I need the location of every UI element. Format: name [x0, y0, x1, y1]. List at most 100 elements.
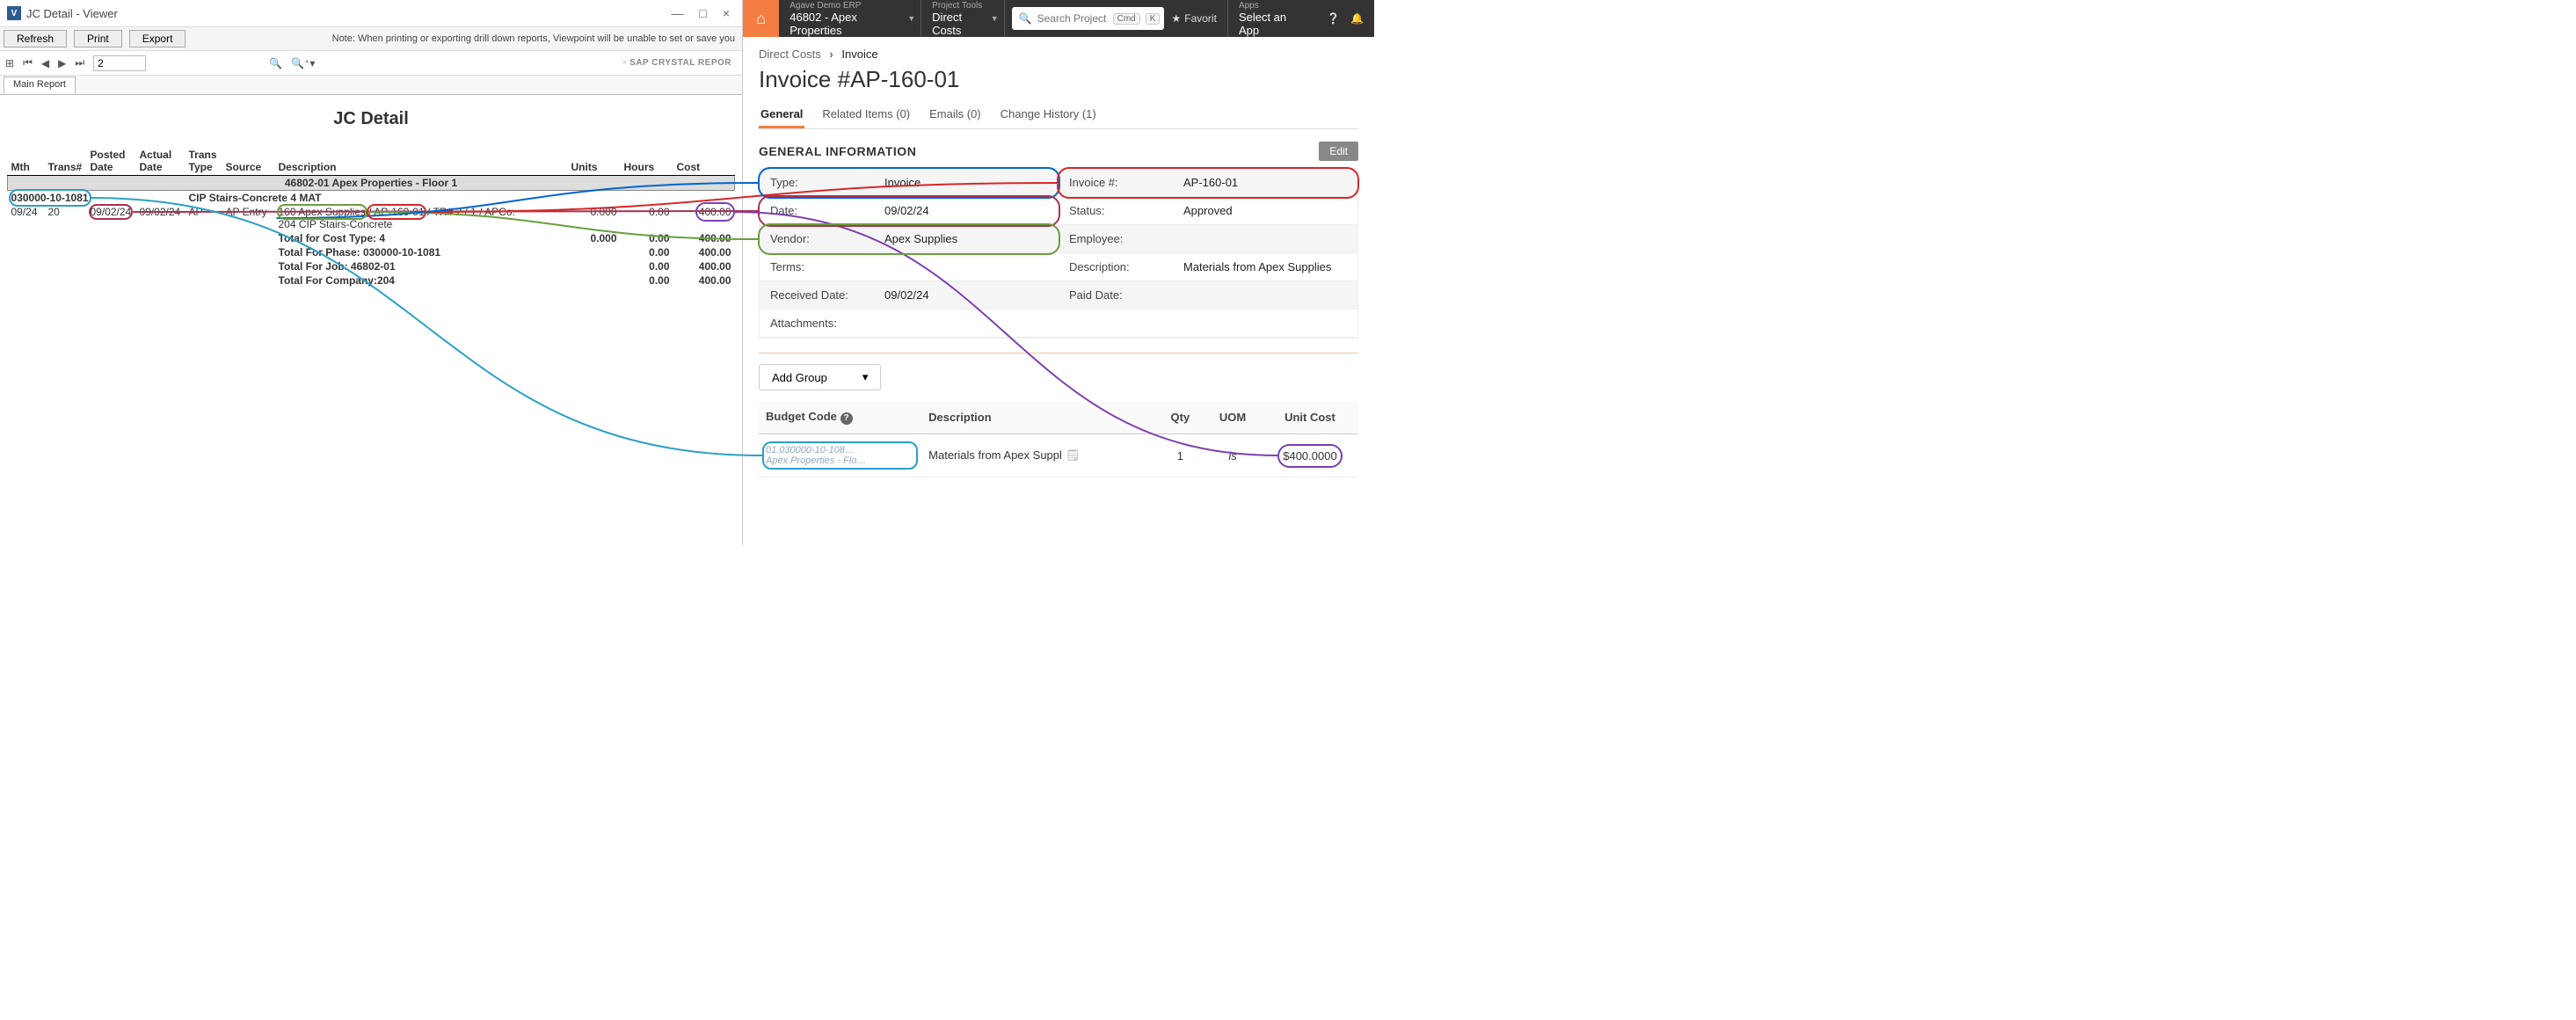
report-toolbar: Refresh Print Export Note: When printing…: [0, 26, 742, 51]
help-icon[interactable]: ?: [840, 412, 853, 425]
col-desc: Description: [921, 401, 1156, 434]
home-icon[interactable]: ⌂: [743, 0, 779, 37]
report-body: JC Detail Mth Trans# Posted Date Actual …: [0, 95, 742, 545]
unit-cost-cell: $400.0000: [1283, 449, 1336, 463]
col-mth: Mth: [8, 147, 45, 176]
total-2-hours: 0.00: [621, 259, 673, 273]
zoom-icon[interactable]: 🔍⁺▾: [291, 57, 315, 69]
date-label: Date:: [770, 204, 884, 217]
col-desc: Description: [275, 147, 568, 176]
col-cost: Cost: [673, 147, 735, 176]
edit-button[interactable]: Edit: [1319, 142, 1358, 161]
row-trans: 20: [45, 205, 87, 231]
row-source: AP Entry: [222, 205, 275, 231]
report-table: Mth Trans# Posted Date Actual Date Trans…: [7, 147, 735, 288]
star-icon: ★: [1171, 12, 1181, 25]
paid-label: Paid Date:: [1069, 288, 1183, 302]
vendor-value: Apex Supplies: [884, 232, 1048, 245]
att-label: Attachments:: [770, 317, 884, 330]
report-title: JC Detail: [7, 109, 735, 129]
close-button[interactable]: ×: [723, 6, 730, 20]
uom-cell: ls: [1204, 434, 1262, 477]
toolbar-note: Note: When printing or exporting drill d…: [332, 33, 742, 44]
maximize-button[interactable]: □: [699, 6, 706, 20]
row-hours: 0.00: [621, 205, 673, 231]
group-header: 46802-01 Apex Properties - Floor 1: [8, 176, 735, 191]
app-icon: V: [7, 6, 21, 20]
last-page-icon[interactable]: ⏭: [75, 56, 84, 69]
print-button[interactable]: Print: [74, 30, 122, 47]
add-group-button[interactable]: Add Group ▾: [759, 364, 881, 390]
search-input[interactable]: [1037, 12, 1108, 25]
row-ttype: AP: [186, 205, 222, 231]
row-units: 0.000: [568, 205, 621, 231]
crystal-reports-label: ▫ SAP CRYSTAL REPOR: [623, 58, 737, 68]
chevron-down-icon: ▼: [991, 14, 999, 23]
next-page-icon[interactable]: ▶: [58, 57, 66, 69]
trail-text: / TR# 2 / 1 / APCo:: [427, 206, 515, 218]
row-cost: 400.00: [699, 206, 731, 218]
total-0-cost: 400.00: [673, 231, 735, 245]
invoice-text: / AP-160-01: [368, 206, 424, 218]
tab-general[interactable]: General: [759, 102, 804, 128]
search-box[interactable]: 🔍 Cmd K: [1012, 7, 1165, 30]
app-selector[interactable]: Apps Select an App: [1227, 0, 1316, 37]
procore-panel: ⌂ Agave Demo ERP 46802 - Apex Properties…: [743, 0, 1374, 545]
detail-tabs: General Related Items (0) Emails (0) Cha…: [759, 102, 1358, 129]
col-budget: Budget Code ?: [759, 401, 921, 434]
row-posted: 09/02/24: [91, 206, 132, 218]
refresh-button[interactable]: Refresh: [4, 30, 67, 47]
budget-code-cell[interactable]: 01.030000-10-108… Apex Properties - Flo…: [766, 445, 914, 466]
help-icon[interactable]: ❔: [1327, 12, 1340, 25]
total-1-label: Total For Phase: 030000-10-1081: [275, 245, 568, 259]
line-items-grid: Budget Code ? Description Qty UOM Unit C…: [759, 401, 1358, 477]
invno-label: Invoice #:: [1069, 176, 1183, 189]
page-title: Invoice #AP-160-01: [759, 66, 1358, 93]
chevron-down-icon: ▾: [862, 370, 869, 384]
total-0-label: Total for Cost Type: 4: [275, 231, 568, 245]
chevron-down-icon: ▼: [907, 14, 915, 23]
terms-value: [884, 260, 1048, 273]
page-body: Direct Costs › Invoice Invoice #AP-160-0…: [743, 37, 1374, 545]
tab-related[interactable]: Related Items (0): [820, 102, 912, 128]
col-posted: Posted Date: [87, 147, 136, 176]
breadcrumb-root[interactable]: Direct Costs: [759, 47, 821, 61]
project-selector[interactable]: Agave Demo ERP 46802 - Apex Properties ▼: [779, 0, 921, 37]
type-label: Type:: [770, 176, 884, 189]
report-tabs: Main Report: [0, 76, 742, 95]
status-value: Approved: [1183, 204, 1347, 217]
phase-code: 030000-10-1081: [11, 192, 89, 204]
col-units: Units: [568, 147, 621, 176]
tab-emails[interactable]: Emails (0): [928, 102, 983, 128]
phase-desc: CIP Stairs-Concrete 4 MAT: [186, 191, 735, 206]
desc-value: Materials from Apex Supplies: [1183, 260, 1347, 273]
export-button[interactable]: Export: [129, 30, 186, 47]
favorite-toggle[interactable]: ★Favorit: [1171, 12, 1216, 25]
total-3-label: Total For Company:204: [275, 273, 568, 288]
tool-selector[interactable]: Project Tools Direct Costs ▼: [921, 0, 1005, 37]
emp-value: [1183, 232, 1347, 245]
calculator-icon[interactable]: 🗒: [1066, 448, 1081, 462]
total-3-hours: 0.00: [621, 273, 673, 288]
status-label: Status:: [1069, 204, 1183, 217]
col-qty: Qty: [1157, 401, 1204, 434]
row-actual: 09/02/24: [136, 205, 186, 231]
row-mth: 09/24: [8, 205, 45, 231]
emp-label: Employee:: [1069, 232, 1183, 245]
main-report-tab[interactable]: Main Report: [4, 76, 76, 94]
qty-cell: 1: [1157, 434, 1204, 477]
tab-history[interactable]: Change History (1): [999, 102, 1098, 128]
row-desc: 160 Apex Supplies / AP-160-01 / TR# 2 / …: [275, 205, 568, 231]
page-number-input[interactable]: [93, 55, 146, 71]
recv-label: Received Date:: [770, 288, 884, 302]
minimize-button[interactable]: —: [671, 6, 683, 20]
first-page-icon[interactable]: ⏮: [23, 56, 33, 69]
prev-page-icon[interactable]: ◀: [41, 57, 49, 69]
tree-icon[interactable]: ⊞: [5, 57, 14, 69]
total-3-cost: 400.00: [673, 273, 735, 288]
att-value: [884, 317, 1347, 330]
find-icon[interactable]: 🔍: [269, 57, 282, 69]
bell-icon[interactable]: 🔔: [1350, 12, 1364, 25]
type-value: Invoice: [884, 176, 1048, 189]
kbd-k: K: [1146, 13, 1161, 25]
